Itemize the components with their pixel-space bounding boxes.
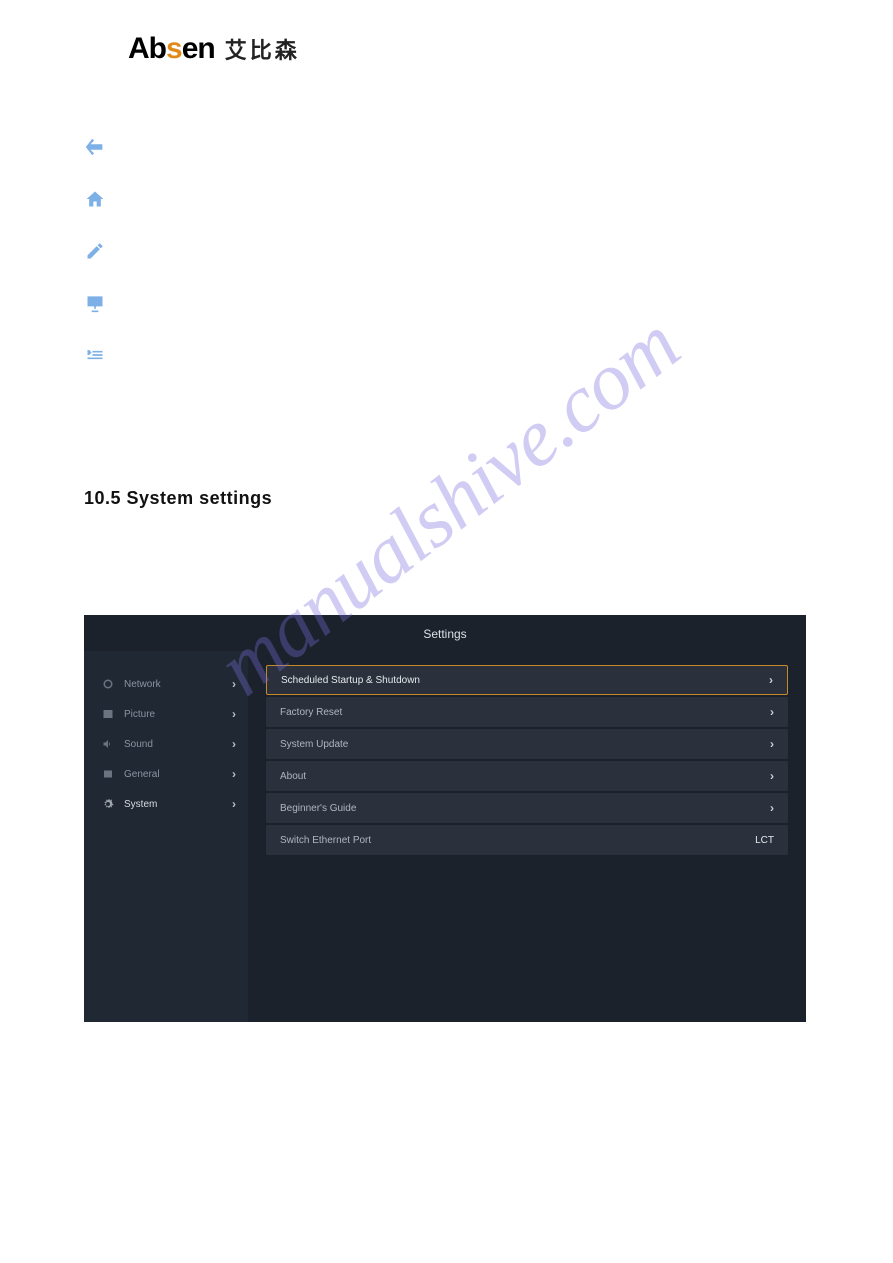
sidebar-item-label: General (124, 769, 232, 780)
sidebar-item-picture[interactable]: Picture › (84, 699, 248, 729)
row-label: Beginner's Guide (280, 803, 770, 814)
network-icon (102, 678, 114, 690)
sidebar-item-sound[interactable]: Sound › (84, 729, 248, 759)
brand-mid: s (166, 32, 182, 65)
row-label: About (280, 771, 770, 782)
row-label: System Update (280, 739, 770, 750)
row-label: Factory Reset (280, 707, 770, 718)
brand-post: en (182, 32, 215, 65)
sidebar-item-label: Sound (124, 739, 232, 750)
sidebar-item-general[interactable]: General › (84, 759, 248, 789)
sidebar-item-label: Network (124, 679, 232, 690)
picture-icon (102, 708, 114, 720)
settings-panel: Settings Network › Picture › (84, 615, 806, 1022)
chevron-right-icon: › (770, 737, 774, 751)
row-factory-reset[interactable]: Factory Reset › (266, 697, 788, 727)
row-scheduled-startup-shutdown[interactable]: Scheduled Startup & Shutdown › (266, 665, 788, 695)
chevron-right-icon: › (770, 769, 774, 783)
section-heading: 10.5 System settings (84, 488, 272, 509)
settings-main: Scheduled Startup & Shutdown › Factory R… (248, 651, 806, 1022)
system-icon (102, 798, 114, 810)
brand-pre: Ab (128, 32, 166, 65)
row-beginners-guide[interactable]: Beginner's Guide › (266, 793, 788, 823)
sidebar-item-system[interactable]: System › (84, 789, 248, 819)
side-toolbar (84, 136, 106, 366)
row-value: LCT (755, 835, 774, 846)
row-label: Scheduled Startup & Shutdown (281, 675, 769, 686)
row-about[interactable]: About › (266, 761, 788, 791)
sidebar-item-network[interactable]: Network › (84, 669, 248, 699)
settings-body: Network › Picture › Sound › (84, 651, 806, 1022)
chevron-right-icon: › (770, 801, 774, 815)
chevron-right-icon: › (232, 737, 236, 751)
home-icon[interactable] (84, 188, 106, 210)
settings-title: Settings (84, 615, 806, 651)
sidebar-item-label: Picture (124, 709, 232, 720)
menu-collapse-icon[interactable] (84, 344, 106, 366)
settings-sidebar: Network › Picture › Sound › (84, 651, 248, 1022)
brand-wordmark: Absen (128, 32, 215, 66)
chevron-right-icon: › (232, 707, 236, 721)
chevron-right-icon: › (232, 677, 236, 691)
sound-icon (102, 738, 114, 750)
brand-cn: 艾比森 (225, 33, 300, 65)
presentation-icon[interactable] (84, 292, 106, 314)
row-label: Switch Ethernet Port (280, 835, 755, 846)
chevron-right-icon: › (770, 705, 774, 719)
chevron-right-icon: › (769, 673, 773, 687)
brand-logo: Absen 艾比森 (128, 32, 300, 66)
general-icon (102, 768, 114, 780)
back-icon[interactable] (84, 136, 106, 158)
chevron-right-icon: › (232, 797, 236, 811)
edit-icon[interactable] (84, 240, 106, 262)
row-system-update[interactable]: System Update › (266, 729, 788, 759)
sidebar-item-label: System (124, 799, 232, 810)
row-switch-ethernet-port[interactable]: Switch Ethernet Port LCT (266, 825, 788, 855)
chevron-right-icon: › (232, 767, 236, 781)
